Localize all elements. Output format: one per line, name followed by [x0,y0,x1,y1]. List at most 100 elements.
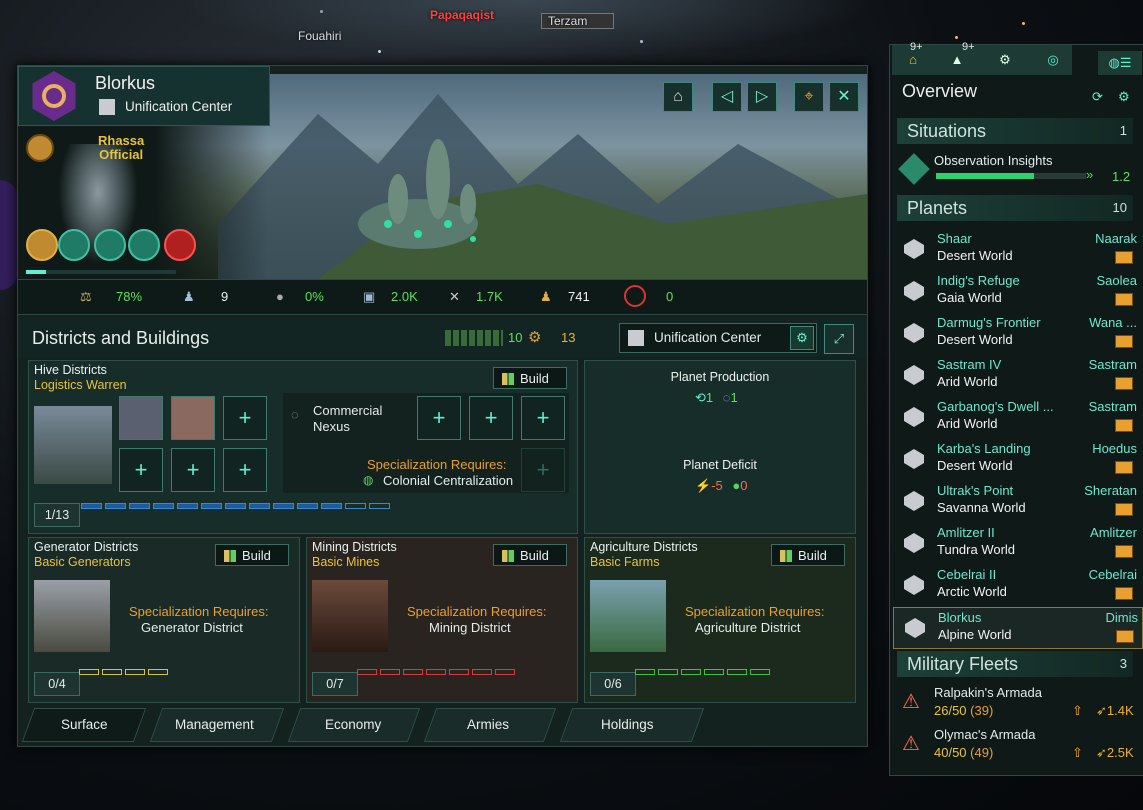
jobs-icon: ♟ [540,289,552,304]
district-bar-segment [345,503,366,509]
expand-icon[interactable]: ⤢ [824,324,854,354]
chest-icon [1115,377,1133,390]
tab-holdings[interactable]: Holdings [559,708,705,742]
planet-list-type: Arctic World [937,584,1007,599]
planet-list-item[interactable]: Amlitzer II Tundra World Amlitzer [893,523,1141,563]
next-planet-button[interactable]: ▷ [747,82,777,112]
trait-icon-1[interactable] [58,229,90,261]
stability-value[interactable]: 78% [116,289,142,304]
close-icon[interactable]: ✕ [829,82,859,112]
pops-value[interactable]: 9 [221,289,228,304]
factions-tab-icon[interactable]: ◎ [1036,48,1070,72]
crime-value[interactable]: 0% [305,289,324,304]
planet-list-item[interactable]: Shaar Desert World Naarak [893,229,1141,269]
fleet-row[interactable]: ⚠ Olymac's Armada 40/50 (49) ⇧ ➶2.5K [896,725,1136,765]
district-bar-segment [125,669,145,675]
add-building-slot-3[interactable]: + [223,396,267,440]
prev-planet-button[interactable]: ◁ [712,82,742,112]
agriculture-build-button[interactable]: Build [771,544,845,566]
generator-district-image[interactable] [34,580,110,652]
situation-row[interactable]: Observation Insights » 1.2 [896,151,1136,191]
building-slot-icon: ⚙ [528,329,542,346]
planet-list-item[interactable]: Ultrak's Point Savanna World Sheratan [893,481,1141,521]
planet-list-item[interactable]: Karba's Landing Desert World Hoedus [893,439,1141,479]
tab-economy[interactable]: Economy [287,708,421,742]
district-bar-segment [148,669,168,675]
fleet-row[interactable]: ⚠ Ralpakin's Armada 26/50 (39) ⇧ ➶1.4K [896,683,1136,723]
add-slot-8[interactable]: + [469,396,513,440]
district-bar-segment [472,669,492,675]
planet-list-sector: Sastram [1088,357,1137,372]
refresh-icon[interactable]: ⟳ [1092,89,1103,105]
settings-icon[interactable]: ⚙ [1118,89,1130,105]
planet-list-name: Blorkus [938,610,982,625]
badge-2: 9+ [962,41,975,53]
planet-list-item[interactable]: Darmug's Frontier Desert World Wana ... [893,313,1141,353]
planet-list-item[interactable]: Sastram IV Arid World Sastram [893,355,1141,395]
building-slot-2[interactable] [171,396,215,440]
tab-management[interactable]: Management [149,708,285,742]
map-label-terzam[interactable]: Terzam [541,13,615,29]
trait-icon-3[interactable] [128,229,160,261]
district-bar-segment [750,669,770,675]
tab-surface[interactable]: Surface [21,708,147,742]
situations-header[interactable]: Situations 1 [897,118,1133,144]
pause-icon[interactable] [26,229,58,261]
map-label-fouahiri[interactable]: Fouahiri [298,29,341,43]
deviancy-value[interactable]: 0 [666,289,673,304]
hive-build-button[interactable]: Build [493,367,567,389]
gear-icon[interactable]: ⚙ [790,326,814,350]
mining-spec-value: Mining District [429,620,511,635]
deficit-energy: -5 [711,478,723,493]
jobs-value[interactable]: 741 [568,289,590,304]
generator-spec-value: Generator District [141,620,243,635]
building-slot-1[interactable] [119,396,163,440]
map-label-papaqaqist[interactable]: Papaqaqist [430,8,494,22]
planet-list-name: Amlitzer II [937,525,995,540]
mining-district-image[interactable] [312,580,388,652]
amenities-value[interactable]: 1.7K [476,289,503,304]
chest-icon [1115,335,1133,348]
district-bar-segment [369,503,390,509]
planet-list-item[interactable]: Blorkus Alpine World Dimis [893,607,1143,649]
leader-rank-icon [26,134,54,162]
mining-build-button[interactable]: Build [493,544,567,566]
gear-tab-icon[interactable]: ⚙ [988,48,1022,72]
chest-icon [1115,587,1133,600]
agriculture-spec-label: Specialization Requires: [685,604,825,619]
planets-title: Planets [907,198,968,218]
district-bar-segment [426,669,446,675]
agriculture-district-image[interactable] [590,580,666,652]
generator-build-button[interactable]: Build [215,544,289,566]
add-building-slot-4[interactable]: + [119,448,163,492]
military-fleets-header[interactable]: Military Fleets 3 [897,651,1133,677]
globe-list-icon[interactable]: ◍☰ [1098,51,1142,75]
capital-building-selector[interactable]: Unification Center ⚙ [619,323,817,353]
planet-list-item[interactable]: Cebelrai II Arctic World Cebelrai [893,565,1141,605]
trait-icon-2[interactable] [94,229,126,261]
add-building-slot-5[interactable]: + [171,448,215,492]
planet-list-item[interactable]: Indig's Refuge Gaia World Saolea [893,271,1141,311]
amenities-icon: ✕ [449,289,460,304]
planets-header[interactable]: Planets 10 [897,195,1133,221]
planet-list-item[interactable]: Garbanog's Dwell ... Arid World Sastram [893,397,1141,437]
planet-name[interactable]: Blorkus [95,73,155,94]
district-bar-segment [635,669,655,675]
tab-armies[interactable]: Armies [423,708,557,742]
housing-value[interactable]: 2.0K [391,289,418,304]
agriculture-counter: 0/6 [590,672,636,696]
trait-icon-4[interactable] [164,229,196,261]
pops-icon: ♟ [183,289,195,304]
add-building-slot-6[interactable]: + [223,448,267,492]
generator-subtitle: Basic Generators [34,555,131,569]
focus-camera-icon[interactable]: ⌖ [794,82,824,112]
hive-title: Hive Districts [34,363,107,377]
add-slot-7[interactable]: + [417,396,461,440]
hive-district-image[interactable] [34,406,112,484]
empire-emblem-icon [32,71,76,121]
overview-title: Overview [902,81,978,101]
chest-icon [1115,545,1133,558]
add-slot-9[interactable]: + [521,396,565,440]
government-icon[interactable]: ⌂ [663,82,693,112]
deficit-food: 0 [740,478,748,493]
